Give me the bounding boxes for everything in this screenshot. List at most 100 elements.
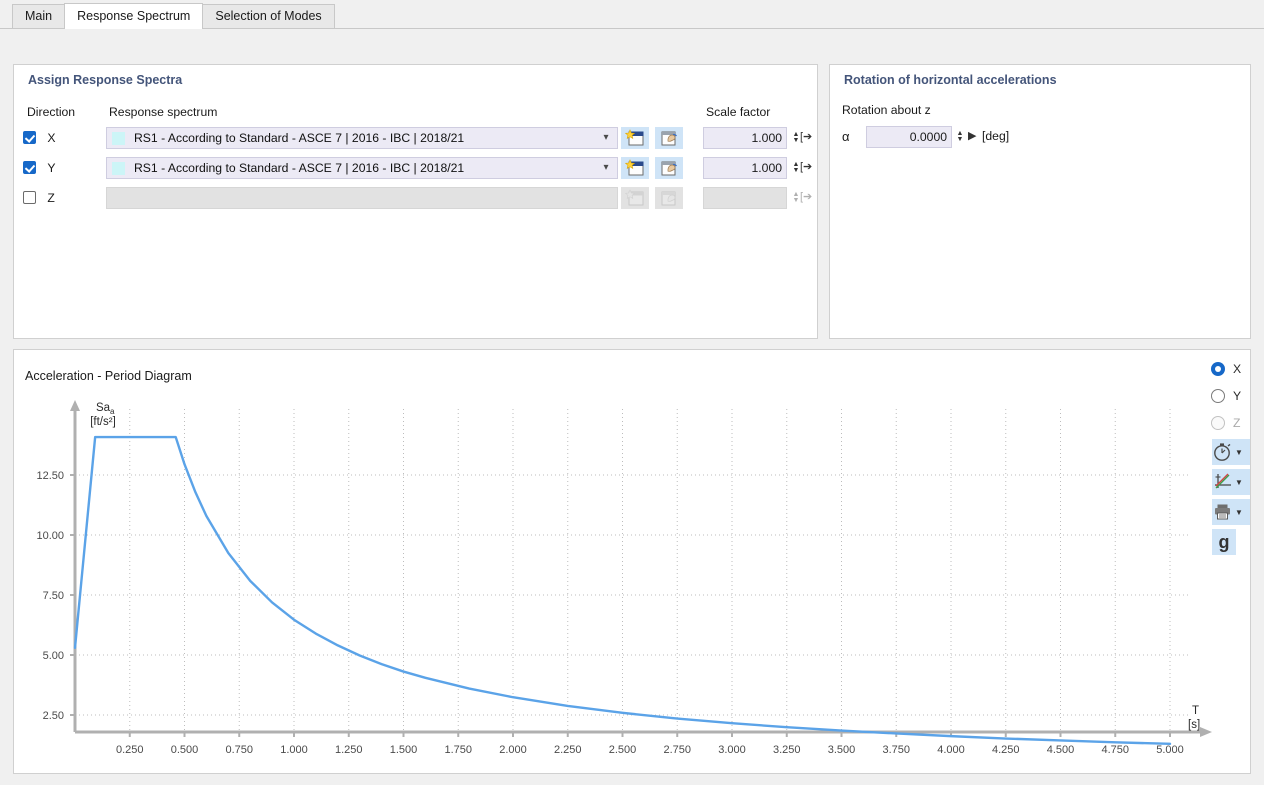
x-axis-tick-label: 2.000 bbox=[499, 744, 527, 756]
chevron-down-icon[interactable]: ▼ bbox=[1235, 478, 1243, 487]
x-axis-tick-label: 1.750 bbox=[444, 744, 472, 756]
rotation-panel-title: Rotation of horizontal accelerations bbox=[844, 73, 1057, 87]
response-spectrum-combo-x[interactable]: RS1 - According to Standard - ASCE 7 | 2… bbox=[106, 127, 618, 149]
scale-factor-input-y[interactable]: 1.000 bbox=[703, 157, 787, 179]
x-axis-tick-label: 4.500 bbox=[1047, 744, 1075, 756]
new-spectrum-button-x[interactable] bbox=[621, 127, 649, 149]
x-axis-tick-label: 1.000 bbox=[280, 744, 308, 756]
y-axis-title: Sa bbox=[96, 402, 111, 414]
edit-window-hand-icon bbox=[659, 129, 679, 147]
chevron-down-icon[interactable]: ▼ bbox=[1235, 508, 1243, 517]
scale-factor-apply-icon-z: [➔ bbox=[800, 190, 812, 203]
x-axis-tick-label: 4.250 bbox=[992, 744, 1020, 756]
rotation-about-z-label: Rotation about z bbox=[842, 103, 931, 117]
x-axis-tick-label: 3.250 bbox=[773, 744, 801, 756]
alpha-symbol-label: α bbox=[842, 129, 850, 144]
new-window-star-icon bbox=[625, 159, 645, 177]
alpha-input[interactable]: 0.0000 bbox=[866, 126, 952, 148]
x-axis-tick-label: 2.500 bbox=[609, 744, 637, 756]
acceleration-period-chart: 0.2500.5000.7501.0001.2501.5001.7502.000… bbox=[13, 349, 1251, 774]
new-window-star-icon bbox=[625, 129, 645, 147]
header-scale-factor: Scale factor bbox=[706, 105, 770, 119]
response-spectrum-value-x: RS1 - According to Standard - ASCE 7 | 2… bbox=[134, 131, 595, 145]
checkbox-direction-x[interactable] bbox=[23, 131, 36, 144]
radio-label-z: Z bbox=[1233, 416, 1240, 430]
new-spectrum-button-y[interactable] bbox=[621, 157, 649, 179]
scale-factor-value-y: 1.000 bbox=[752, 161, 783, 175]
x-axis-tick-label: 4.750 bbox=[1101, 744, 1129, 756]
content-area: Assign Response Spectra Direction Respon… bbox=[0, 29, 1264, 785]
x-axis-tick-label: 0.750 bbox=[225, 744, 253, 756]
scale-factor-apply-icon-x[interactable]: [➔ bbox=[800, 130, 812, 143]
svg-text:a: a bbox=[110, 407, 115, 416]
radio-button-x[interactable] bbox=[1211, 362, 1225, 376]
radio-direction-x[interactable]: X bbox=[1211, 362, 1241, 376]
y-axis-unit: [ft/s²] bbox=[90, 416, 116, 428]
chevron-down-icon[interactable]: ▼ bbox=[1235, 448, 1243, 457]
edit-spectrum-button-x[interactable] bbox=[655, 127, 683, 149]
x-axis-tick-label: 0.500 bbox=[171, 744, 199, 756]
tab-main[interactable]: Main bbox=[12, 4, 65, 28]
assign-panel-title: Assign Response Spectra bbox=[28, 73, 182, 87]
header-response-spectrum: Response spectrum bbox=[109, 105, 217, 119]
response-spectrum-value-y: RS1 - According to Standard - ASCE 7 | 2… bbox=[134, 161, 595, 175]
scale-factor-input-x[interactable]: 1.000 bbox=[703, 127, 787, 149]
alpha-expand-icon[interactable]: ▶ bbox=[968, 129, 976, 142]
direction-label-z: Z bbox=[47, 191, 54, 205]
tab-response-spectrum[interactable]: Response Spectrum bbox=[64, 3, 203, 29]
edit-spectrum-button-z bbox=[655, 187, 683, 209]
response-spectrum-combo-z bbox=[106, 187, 618, 209]
y-axis-tick-label: 10.00 bbox=[36, 530, 64, 542]
edit-spectrum-button-y[interactable] bbox=[655, 157, 683, 179]
radio-direction-y[interactable]: Y bbox=[1211, 389, 1241, 403]
chart-axes-icon bbox=[1212, 471, 1234, 493]
unit-toggle-g-button[interactable]: g bbox=[1212, 529, 1236, 555]
spectrum-color-swatch-x bbox=[112, 132, 125, 145]
scale-factor-apply-icon-y[interactable]: [➔ bbox=[800, 160, 812, 173]
checkbox-direction-y[interactable] bbox=[23, 161, 36, 174]
radio-label-x: X bbox=[1233, 362, 1241, 376]
chart-axes-tool-button[interactable]: ▼ bbox=[1212, 469, 1250, 495]
alpha-stepper[interactable]: ▲▼ bbox=[953, 126, 967, 148]
chevron-down-icon[interactable]: ▾ bbox=[595, 158, 617, 178]
checkbox-direction-z[interactable] bbox=[23, 191, 36, 204]
x-axis-tick-label: 2.250 bbox=[554, 744, 582, 756]
radio-button-y[interactable] bbox=[1211, 389, 1225, 403]
x-axis-tick-label: 5.000 bbox=[1156, 744, 1184, 756]
edit-window-hand-icon bbox=[659, 159, 679, 177]
scale-factor-value-x: 1.000 bbox=[752, 131, 783, 145]
x-axis-tick-label: 2.750 bbox=[663, 744, 691, 756]
x-axis-tick-label: 1.500 bbox=[390, 744, 418, 756]
edit-window-hand-icon bbox=[659, 189, 679, 207]
stopwatch-icon bbox=[1212, 441, 1234, 463]
printer-icon bbox=[1212, 501, 1234, 523]
x-axis-title: T bbox=[1192, 705, 1199, 717]
alpha-unit-label: [deg] bbox=[982, 129, 1009, 143]
y-axis-tick-label: 7.50 bbox=[43, 590, 64, 602]
y-axis-tick-label: 12.50 bbox=[36, 470, 64, 482]
x-axis-tick-label: 3.500 bbox=[828, 744, 856, 756]
y-axis-tick-label: 5.00 bbox=[43, 650, 64, 662]
print-tool-button[interactable]: ▼ bbox=[1212, 499, 1250, 525]
x-axis-tick-label: 0.250 bbox=[116, 744, 144, 756]
header-direction: Direction bbox=[27, 105, 75, 119]
x-axis-tick-label: 3.750 bbox=[882, 744, 910, 756]
direction-label-x: X bbox=[47, 131, 55, 145]
alpha-value: 0.0000 bbox=[910, 130, 947, 144]
tab-selection-of-modes[interactable]: Selection of Modes bbox=[202, 4, 334, 28]
radio-direction-z: Z bbox=[1211, 416, 1240, 430]
y-axis-tick-label: 2.50 bbox=[43, 710, 64, 722]
tab-strip: Main Response Spectrum Selection of Mode… bbox=[0, 0, 1264, 29]
radio-button-z bbox=[1211, 416, 1225, 430]
x-axis-tick-label: 4.000 bbox=[937, 744, 965, 756]
direction-row-z: Z bbox=[23, 190, 55, 212]
radio-label-y: Y bbox=[1233, 389, 1241, 403]
spectrum-color-swatch-y bbox=[112, 162, 125, 175]
new-window-star-icon bbox=[625, 189, 645, 207]
chevron-down-icon[interactable]: ▾ bbox=[595, 128, 617, 148]
new-spectrum-button-z bbox=[621, 187, 649, 209]
response-spectrum-combo-y[interactable]: RS1 - According to Standard - ASCE 7 | 2… bbox=[106, 157, 618, 179]
x-axis-tick-label: 3.000 bbox=[718, 744, 746, 756]
x-axis-unit: [s] bbox=[1188, 719, 1200, 731]
stopwatch-tool-button[interactable]: ▼ bbox=[1212, 439, 1250, 465]
